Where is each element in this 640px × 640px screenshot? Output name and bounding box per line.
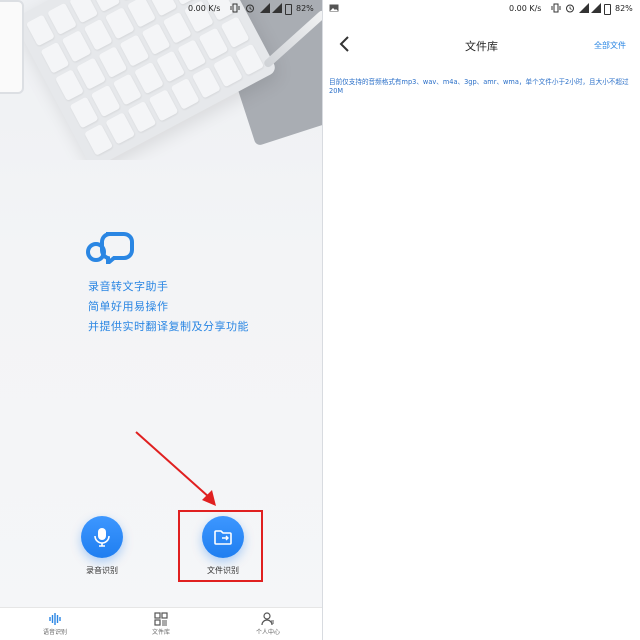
slogan-line-2: 简单好用易操作 [88, 300, 169, 313]
record-recognition-button[interactable] [81, 516, 123, 558]
supported-formats-notice: 目前仅支持的音频格式有mp3、wav、m4a、3gp、amr、wma，单个文件小… [329, 78, 629, 95]
person-icon [261, 612, 274, 626]
network-speed: 0.00 K/s [509, 4, 542, 13]
battery-icon [285, 4, 292, 15]
signal-icon [591, 3, 601, 13]
slogan-line-1: 录音转文字助手 [88, 280, 169, 293]
alarm-icon [246, 4, 254, 13]
tab-profile[interactable]: 个人中心 [238, 610, 298, 636]
tab-voice-recognition[interactable]: 语音识别 [25, 610, 85, 636]
battery-percent: 82% [615, 4, 633, 13]
status-bar: 0.00 K/s 82% [0, 0, 322, 18]
all-files-link[interactable]: 全部文件 [594, 40, 626, 51]
header-illustration [0, 0, 322, 160]
app-logo [86, 232, 134, 264]
alarm-icon [566, 4, 574, 13]
microphone-icon [94, 528, 110, 547]
home-screen: 0.00 K/s 82% 录音转文字助手 简单好用易操作 并提供实时翻译复制及分… [0, 0, 322, 640]
tab-label: 文件库 [151, 629, 170, 636]
grid-icon [154, 612, 168, 626]
tab-file-library[interactable]: 文件库 [131, 610, 191, 636]
battery-icon [604, 4, 611, 15]
vibrate-icon [230, 3, 240, 13]
record-recognition-label: 录音识别 [86, 566, 118, 575]
page-title: 文件库 [465, 40, 498, 53]
nav-bar: 文件库 全部文件 [323, 18, 640, 72]
tab-label: 个人中心 [255, 629, 280, 636]
network-speed: 0.00 K/s [188, 4, 221, 13]
tab-label: 语音识别 [42, 629, 67, 636]
slogan-line-3: 并提供实时翻译复制及分享功能 [88, 320, 249, 333]
file-library-screen: 0.00 K/s 82% 文件库 全部文件 目前仅支持的音频格式有mp3、wav… [323, 0, 640, 640]
signal-icon [579, 3, 589, 13]
keyboard-illustration [12, 0, 278, 160]
battery-percent: 82% [296, 4, 314, 13]
waveform-icon [49, 613, 61, 625]
tab-bar: 语音识别 文件库 个人中心 [0, 607, 322, 640]
signal-icon [260, 3, 270, 13]
status-bar: 0.00 K/s 82% [323, 0, 640, 18]
signal-icon [272, 3, 282, 13]
vibrate-icon [551, 3, 561, 13]
highlight-box [178, 510, 263, 582]
image-notification-icon [329, 4, 339, 12]
